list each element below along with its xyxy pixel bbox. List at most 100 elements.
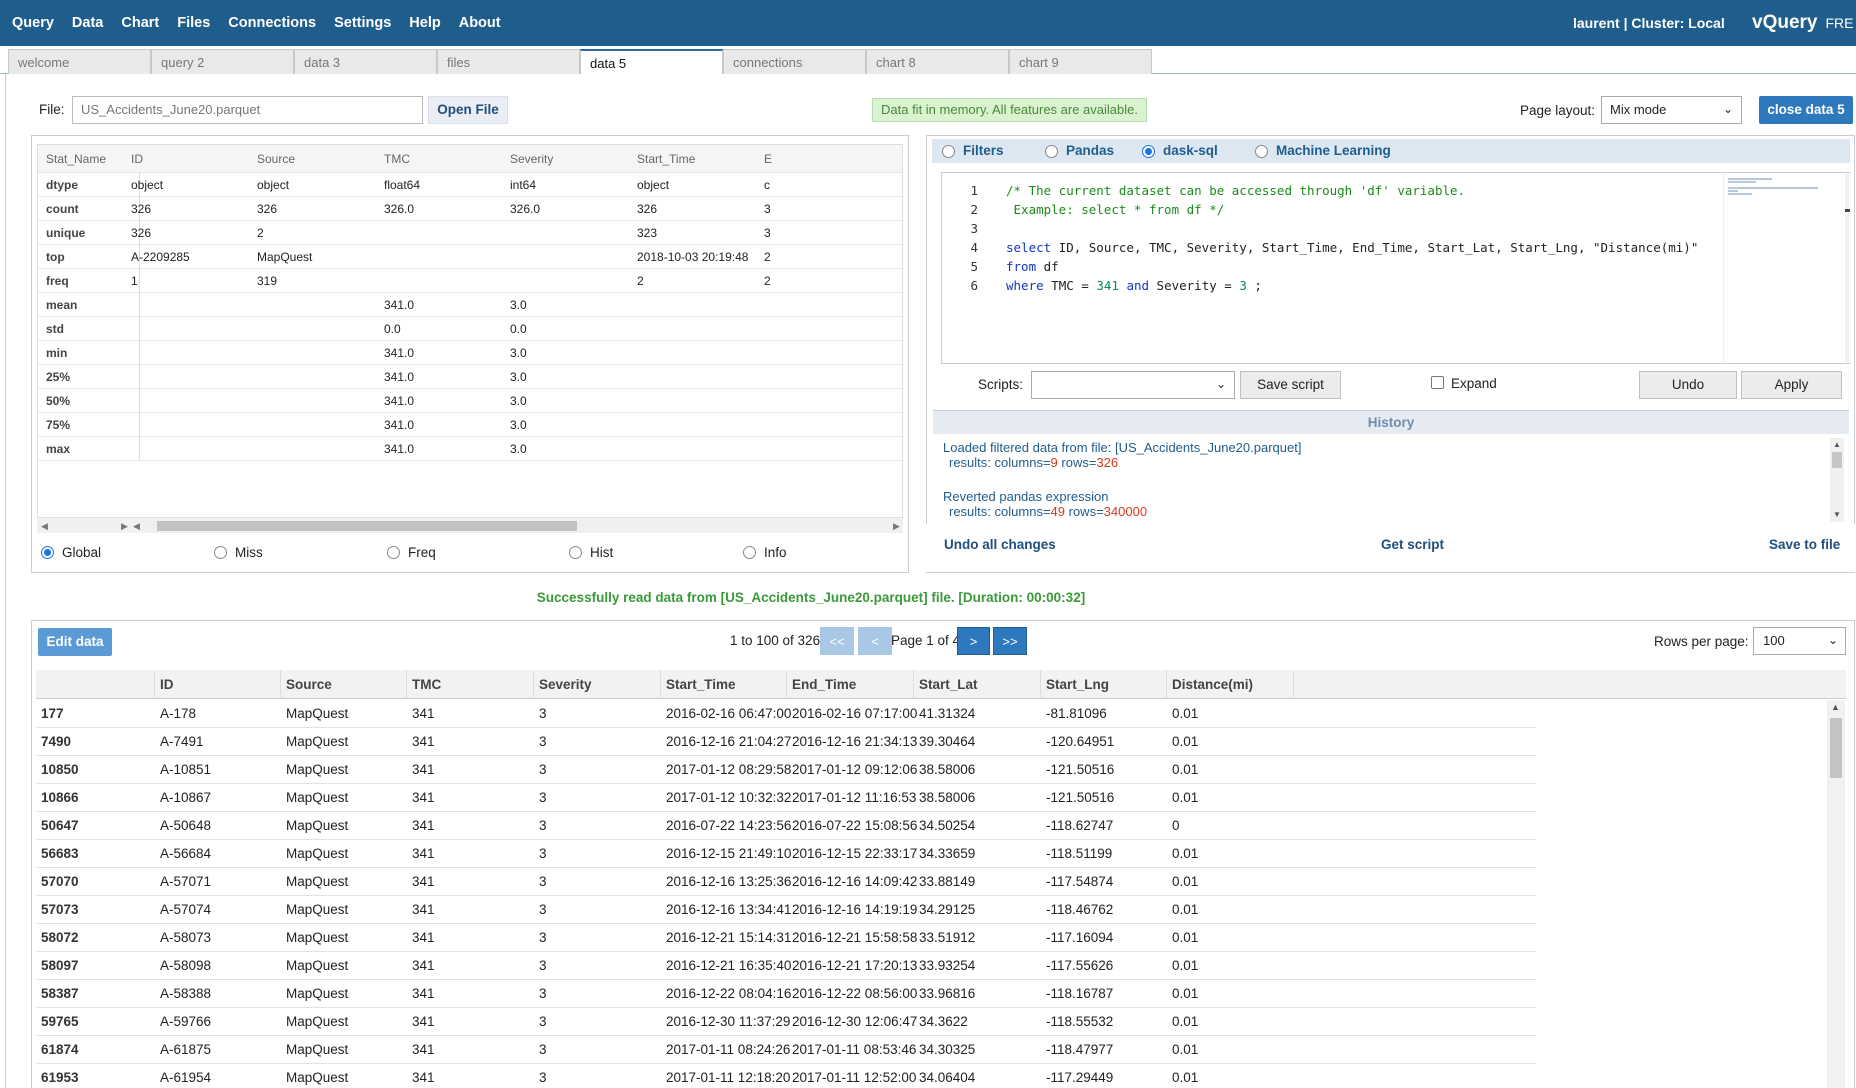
- page-layout-select[interactable]: Mix mode ⌄: [1601, 96, 1742, 124]
- query-mode-group: Filters Pandas dask-sql Machine Learning: [932, 139, 1850, 163]
- menu-chart[interactable]: Chart: [121, 15, 159, 31]
- column-header[interactable]: Distance(mi): [1167, 670, 1294, 699]
- stats-column-header[interactable]: Start_Time: [637, 145, 758, 173]
- menu-data[interactable]: Data: [72, 15, 103, 31]
- tab-chart-8[interactable]: chart 8: [866, 49, 1009, 74]
- file-path-input[interactable]: US_Accidents_June20.parquet: [72, 96, 423, 124]
- scrollbar-thumb[interactable]: [1830, 718, 1842, 778]
- table-row[interactable]: 50647 A-50648 MapQuest 341 3 2016-07-22 14:23…: [36, 812, 1536, 840]
- column-header[interactable]: TMC: [407, 670, 534, 699]
- table-cell: 0.01: [1172, 958, 1199, 973]
- scrollbar-thumb[interactable]: [157, 521, 577, 531]
- table-cell: A-61954: [160, 1070, 212, 1085]
- last-page-button[interactable]: >>: [993, 627, 1027, 655]
- stat-value: [764, 317, 784, 341]
- tab-welcome[interactable]: welcome: [8, 49, 151, 74]
- column-header[interactable]: Start_Time: [661, 670, 787, 699]
- scroll-left-icon[interactable]: ◀: [133, 518, 140, 534]
- radio-machine-learning[interactable]: [1255, 145, 1268, 158]
- table-row[interactable]: 59765 A-59766 MapQuest 341 3 2016-12-30 11:37…: [36, 1008, 1536, 1036]
- column-header[interactable]: End_Time: [787, 670, 914, 699]
- stats-column-header[interactable]: Source: [257, 145, 378, 173]
- apply-button[interactable]: Apply: [1741, 371, 1842, 399]
- stats-column-header[interactable]: TMC: [384, 145, 504, 173]
- table-row[interactable]: 57073 A-57074 MapQuest 341 3 2016-12-16 13:34…: [36, 896, 1536, 924]
- table-cell: 2017-01-12 08:29:58: [666, 762, 792, 777]
- table-row[interactable]: 61874 A-61875 MapQuest 341 3 2017-01-11 08:24…: [36, 1036, 1536, 1064]
- data-table-header: ID Source TMC Severity Start_Time End_Time Sta…: [36, 670, 1846, 699]
- table-cell: 33.96816: [919, 986, 976, 1001]
- tab-query-2[interactable]: query 2: [151, 49, 294, 74]
- stats-column-header[interactable]: Stat_Name: [46, 145, 125, 173]
- scroll-right-icon[interactable]: ▶: [893, 518, 900, 534]
- get-script-button[interactable]: Get script: [1381, 537, 1444, 552]
- sql-code-editor[interactable]: 1 /* The current dataset can be accessed …: [941, 172, 1850, 364]
- tab-files[interactable]: files: [437, 49, 580, 74]
- column-header[interactable]: Severity: [534, 670, 661, 699]
- tab-connections[interactable]: connections: [723, 49, 866, 74]
- radio-filters[interactable]: [942, 145, 955, 158]
- expand-checkbox[interactable]: [1431, 376, 1444, 389]
- table-row[interactable]: 61953 A-61954 MapQuest 341 3 2017-01-11 12:18…: [36, 1064, 1536, 1088]
- tab-data-3[interactable]: data 3: [294, 49, 437, 74]
- menu-files[interactable]: Files: [177, 15, 210, 31]
- close-data-button[interactable]: close data 5: [1759, 96, 1853, 124]
- save-to-file-button[interactable]: Save to file: [1769, 537, 1840, 552]
- table-cell: 2016-02-16 07:17:00: [792, 706, 918, 721]
- radio-miss[interactable]: [214, 546, 227, 559]
- tab-chart-9[interactable]: chart 9: [1009, 49, 1152, 74]
- stats-column-header[interactable]: ID: [131, 145, 251, 173]
- table-row[interactable]: 58072 A-58073 MapQuest 341 3 2016-12-21 15:14…: [36, 924, 1536, 952]
- scroll-left-icon[interactable]: ◀: [41, 518, 48, 534]
- menu-connections[interactable]: Connections: [228, 15, 316, 31]
- editor-scrollbar[interactable]: [1845, 173, 1850, 363]
- stats-horizontal-scrollbar[interactable]: ◀ ▶ ◀ ▶: [37, 517, 903, 533]
- scrollbar-thumb[interactable]: [1845, 209, 1850, 212]
- next-page-button[interactable]: >: [957, 627, 990, 655]
- radio-freq[interactable]: [387, 546, 400, 559]
- table-row[interactable]: 58097 A-58098 MapQuest 341 3 2016-12-21 16:35…: [36, 952, 1536, 980]
- history-scrollbar[interactable]: ▲ ▼: [1830, 438, 1844, 522]
- open-file-button[interactable]: Open File: [428, 96, 508, 124]
- table-row[interactable]: 56683 A-56684 MapQuest 341 3 2016-12-15 21:49…: [36, 840, 1536, 868]
- stat-value: MapQuest: [257, 250, 313, 264]
- save-script-button[interactable]: Save script: [1240, 371, 1341, 399]
- radio-info[interactable]: [743, 546, 756, 559]
- menu-help[interactable]: Help: [409, 15, 440, 31]
- table-row[interactable]: 58387 A-58388 MapQuest 341 3 2016-12-22 08:04…: [36, 980, 1536, 1008]
- table-row[interactable]: 10850 A-10851 MapQuest 341 3 2017-01-12 08:29…: [36, 756, 1536, 784]
- radio-dask-sql[interactable]: [1142, 145, 1155, 158]
- scrollbar-thumb[interactable]: [1832, 452, 1842, 468]
- stats-column-header[interactable]: E: [764, 145, 804, 173]
- scroll-up-icon[interactable]: ▲: [1833, 440, 1841, 449]
- data-table-scrollbar[interactable]: ▲: [1827, 700, 1845, 1088]
- column-header[interactable]: Source: [281, 670, 407, 699]
- table-row[interactable]: 10866 A-10867 MapQuest 341 3 2017-01-12 10:32…: [36, 784, 1536, 812]
- undo-button[interactable]: Undo: [1639, 371, 1737, 399]
- scroll-down-icon[interactable]: ▼: [1833, 510, 1841, 519]
- table-row[interactable]: 177 A-178 MapQuest 341 3 2016-02-16 06:47:00 2…: [36, 700, 1536, 728]
- menu-query[interactable]: Query: [12, 15, 54, 31]
- tab-data-5[interactable]: data 5: [580, 49, 723, 76]
- scroll-up-icon[interactable]: ▲: [1831, 702, 1840, 712]
- previous-page-button[interactable]: <: [858, 627, 892, 655]
- stats-column-header[interactable]: Severity: [510, 145, 631, 173]
- radio-global[interactable]: [41, 546, 54, 559]
- column-header[interactable]: Start_Lng: [1041, 670, 1167, 699]
- radio-pandas[interactable]: [1045, 145, 1058, 158]
- table-row[interactable]: 57070 A-57071 MapQuest 341 3 2016-12-16 13:25…: [36, 868, 1536, 896]
- table-row[interactable]: 7490 A-7491 MapQuest 341 3 2016-12-16 21:04:2…: [36, 728, 1536, 756]
- column-header[interactable]: Start_Lat: [914, 670, 1041, 699]
- menu-about[interactable]: About: [459, 15, 501, 31]
- editor-minimap[interactable]: [1723, 174, 1843, 362]
- edit-data-button[interactable]: Edit data: [38, 628, 112, 656]
- rows-per-page-select[interactable]: 100 ⌄: [1753, 627, 1846, 655]
- scroll-right-icon[interactable]: ▶: [121, 518, 128, 534]
- column-header[interactable]: ID: [155, 670, 281, 699]
- radio-hist[interactable]: [569, 546, 582, 559]
- first-page-button[interactable]: <<: [820, 627, 854, 655]
- menu-settings[interactable]: Settings: [334, 15, 391, 31]
- undo-all-changes-button[interactable]: Undo all changes: [944, 537, 1056, 552]
- column-header[interactable]: [36, 670, 155, 699]
- scripts-select[interactable]: ⌄: [1031, 371, 1235, 399]
